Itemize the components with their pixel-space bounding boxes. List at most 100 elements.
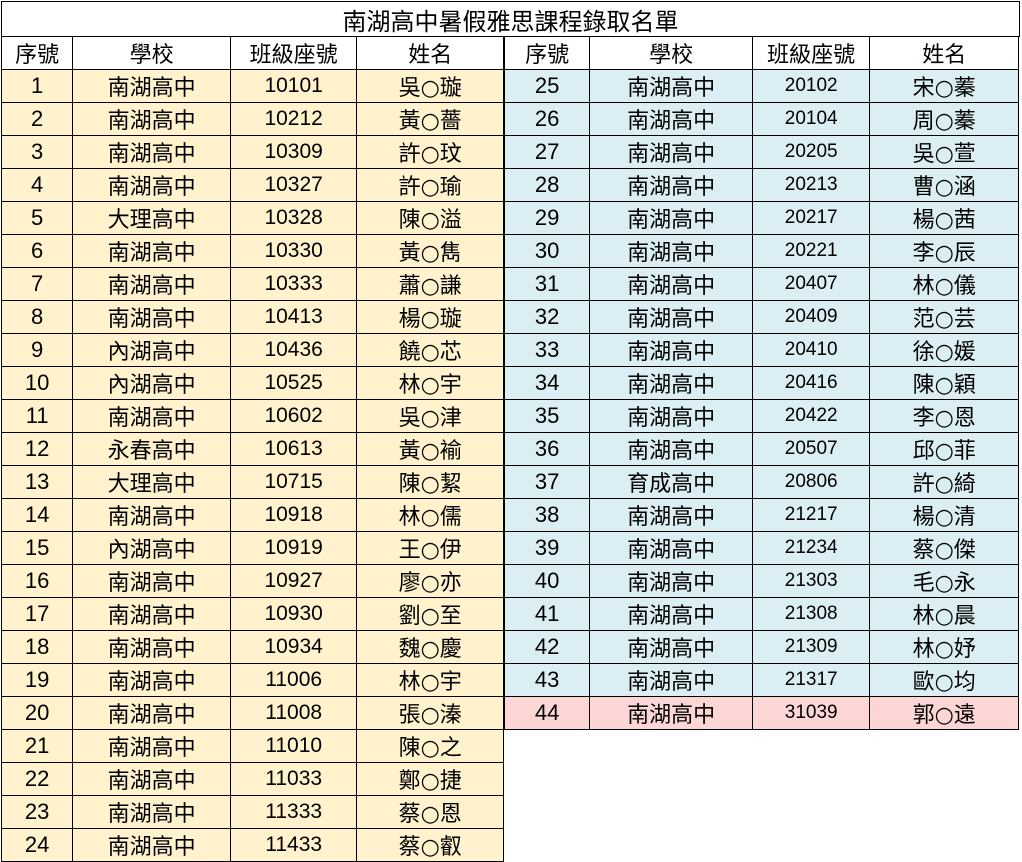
serial-cell[interactable]: 5: [0, 201, 74, 235]
school-cell[interactable]: 南湖高中: [72, 729, 231, 763]
school-cell[interactable]: 南湖高中: [589, 399, 753, 433]
class-seat-cell[interactable]: 10101: [229, 69, 358, 103]
serial-cell[interactable]: 18: [0, 630, 74, 664]
name-cell[interactable]: 劉○至: [356, 597, 504, 631]
class-seat-cell[interactable]: 10328: [229, 201, 358, 235]
class-seat-cell[interactable]: 10525: [229, 366, 358, 400]
serial-cell[interactable]: 34: [503, 366, 591, 400]
header-name[interactable]: 姓名: [869, 36, 1019, 70]
class-seat-cell[interactable]: 11006: [229, 663, 358, 697]
serial-cell[interactable]: 24: [0, 828, 74, 862]
school-cell[interactable]: 南湖高中: [72, 564, 231, 598]
name-cell[interactable]: 徐○媛: [869, 333, 1019, 367]
serial-cell[interactable]: 19: [0, 663, 74, 697]
serial-cell[interactable]: 35: [503, 399, 591, 433]
class-seat-cell[interactable]: 20221: [751, 234, 871, 268]
serial-cell[interactable]: 8: [0, 300, 74, 334]
serial-cell[interactable]: 43: [503, 663, 591, 697]
name-cell[interactable]: 許○綺: [869, 465, 1019, 499]
class-seat-cell[interactable]: 10715: [229, 465, 358, 499]
serial-cell[interactable]: 27: [503, 135, 591, 169]
serial-cell[interactable]: 21: [0, 729, 74, 763]
school-cell[interactable]: 南湖高中: [589, 366, 753, 400]
name-cell[interactable]: 王○伊: [356, 531, 504, 565]
serial-cell[interactable]: 14: [0, 498, 74, 532]
school-cell[interactable]: 南湖高中: [72, 135, 231, 169]
school-cell[interactable]: 南湖高中: [589, 333, 753, 367]
school-cell[interactable]: 南湖高中: [72, 234, 231, 268]
name-cell[interactable]: 蔡○恩: [356, 795, 504, 829]
header-serial[interactable]: 序號: [0, 36, 74, 70]
serial-cell[interactable]: 22: [0, 762, 74, 796]
serial-cell[interactable]: 20: [0, 696, 74, 730]
serial-cell[interactable]: 31: [503, 267, 591, 301]
name-cell[interactable]: 邱○菲: [869, 432, 1019, 466]
name-cell[interactable]: 林○儒: [356, 498, 504, 532]
class-seat-cell[interactable]: 20806: [751, 465, 871, 499]
class-seat-cell[interactable]: 20507: [751, 432, 871, 466]
class-seat-cell[interactable]: 20205: [751, 135, 871, 169]
name-cell[interactable]: 郭○遠: [869, 696, 1019, 730]
class-seat-cell[interactable]: 10327: [229, 168, 358, 202]
class-seat-cell[interactable]: 11033: [229, 762, 358, 796]
school-cell[interactable]: 南湖高中: [589, 663, 753, 697]
school-cell[interactable]: 南湖高中: [72, 102, 231, 136]
class-seat-cell[interactable]: 10309: [229, 135, 358, 169]
name-cell[interactable]: 許○玟: [356, 135, 504, 169]
serial-cell[interactable]: 37: [503, 465, 591, 499]
school-cell[interactable]: 內湖高中: [72, 366, 231, 400]
name-cell[interactable]: 陳○之: [356, 729, 504, 763]
class-seat-cell[interactable]: 11433: [229, 828, 358, 862]
school-cell[interactable]: 永春高中: [72, 432, 231, 466]
serial-cell[interactable]: 28: [503, 168, 591, 202]
name-cell[interactable]: 毛○永: [869, 564, 1019, 598]
name-cell[interactable]: 李○辰: [869, 234, 1019, 268]
name-cell[interactable]: 陳○絜: [356, 465, 504, 499]
class-seat-cell[interactable]: 10602: [229, 399, 358, 433]
serial-cell[interactable]: 13: [0, 465, 74, 499]
name-cell[interactable]: 林○宇: [356, 663, 504, 697]
class-seat-cell[interactable]: 10918: [229, 498, 358, 532]
school-cell[interactable]: 南湖高中: [589, 267, 753, 301]
school-cell[interactable]: 內湖高中: [72, 333, 231, 367]
serial-cell[interactable]: 17: [0, 597, 74, 631]
school-cell[interactable]: 南湖高中: [72, 828, 231, 862]
name-cell[interactable]: 黃○薔: [356, 102, 504, 136]
school-cell[interactable]: 大理高中: [72, 465, 231, 499]
serial-cell[interactable]: 3: [0, 135, 74, 169]
school-cell[interactable]: 南湖高中: [72, 696, 231, 730]
class-seat-cell[interactable]: 20409: [751, 300, 871, 334]
name-cell[interactable]: 陳○溢: [356, 201, 504, 235]
header-name[interactable]: 姓名: [356, 36, 504, 70]
school-cell[interactable]: 南湖高中: [589, 300, 753, 334]
name-cell[interactable]: 魏○慶: [356, 630, 504, 664]
class-seat-cell[interactable]: 20416: [751, 366, 871, 400]
class-seat-cell[interactable]: 10613: [229, 432, 358, 466]
class-seat-cell[interactable]: 20104: [751, 102, 871, 136]
name-cell[interactable]: 吳○津: [356, 399, 504, 433]
serial-cell[interactable]: 30: [503, 234, 591, 268]
serial-cell[interactable]: 42: [503, 630, 591, 664]
class-seat-cell[interactable]: 10330: [229, 234, 358, 268]
serial-cell[interactable]: 38: [503, 498, 591, 532]
class-seat-cell[interactable]: 10333: [229, 267, 358, 301]
school-cell[interactable]: 南湖高中: [72, 168, 231, 202]
serial-cell[interactable]: 39: [503, 531, 591, 565]
school-cell[interactable]: 南湖高中: [589, 135, 753, 169]
class-seat-cell[interactable]: 20410: [751, 333, 871, 367]
class-seat-cell[interactable]: 11008: [229, 696, 358, 730]
name-cell[interactable]: 饒○芯: [356, 333, 504, 367]
school-cell[interactable]: 南湖高中: [72, 300, 231, 334]
school-cell[interactable]: 南湖高中: [589, 498, 753, 532]
name-cell[interactable]: 李○恩: [869, 399, 1019, 433]
name-cell[interactable]: 張○溱: [356, 696, 504, 730]
name-cell[interactable]: 廖○亦: [356, 564, 504, 598]
class-seat-cell[interactable]: 10413: [229, 300, 358, 334]
class-seat-cell[interactable]: 21234: [751, 531, 871, 565]
school-cell[interactable]: 南湖高中: [589, 234, 753, 268]
header-class-seat[interactable]: 班級座號: [229, 36, 358, 70]
name-cell[interactable]: 周○蓁: [869, 102, 1019, 136]
school-cell[interactable]: 南湖高中: [72, 663, 231, 697]
class-seat-cell[interactable]: 10930: [229, 597, 358, 631]
name-cell[interactable]: 楊○璇: [356, 300, 504, 334]
